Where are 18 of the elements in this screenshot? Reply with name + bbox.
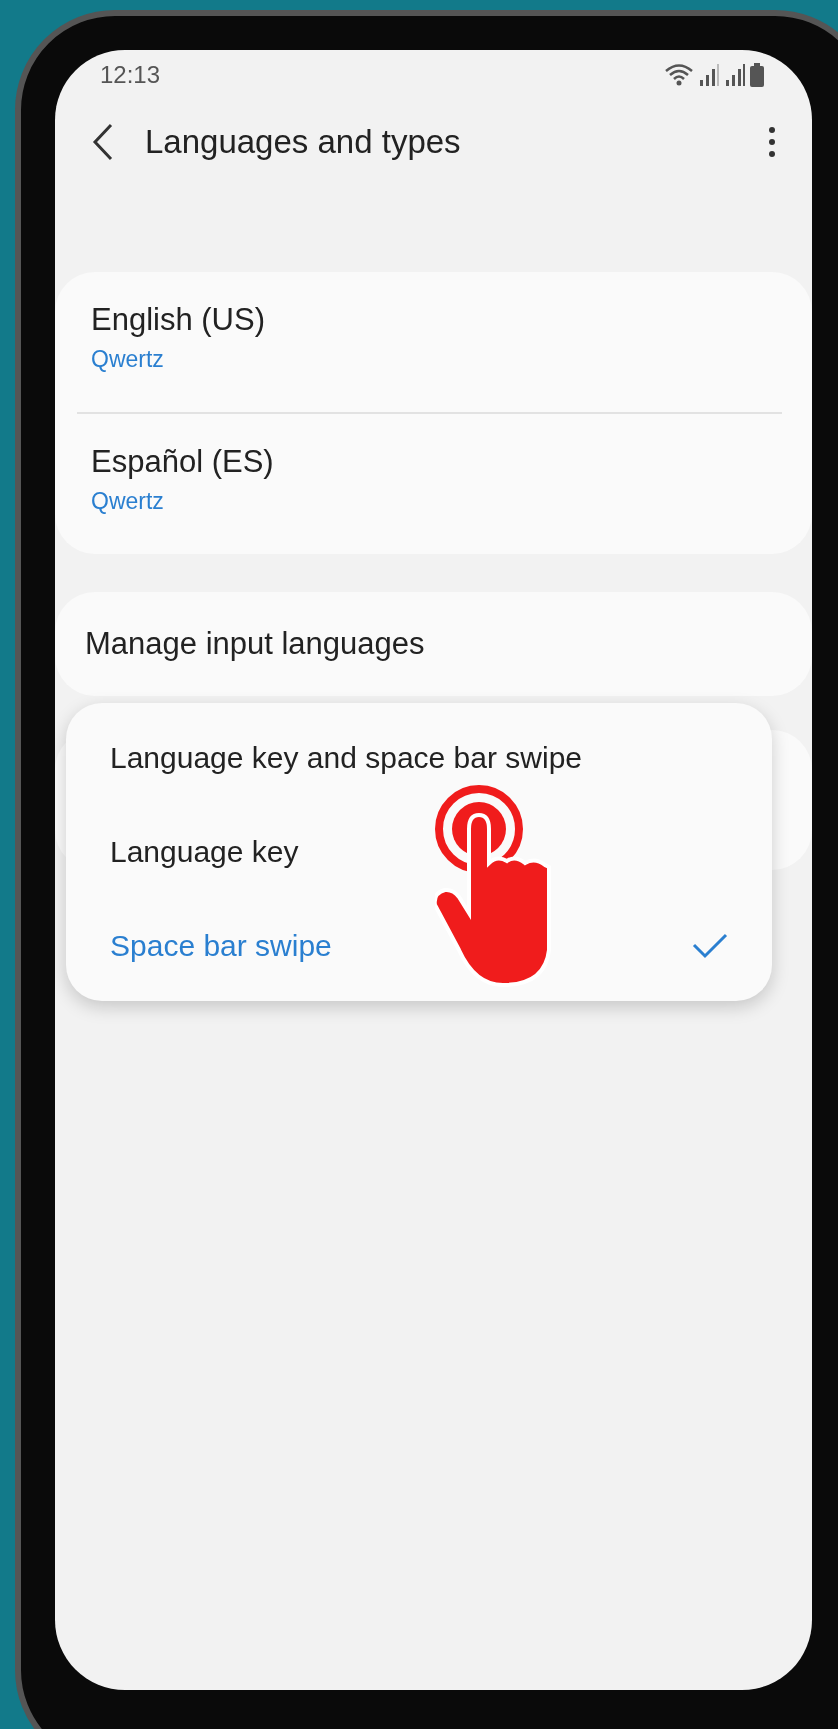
manage-languages-label: Manage input languages bbox=[85, 626, 425, 662]
page-title: Languages and types bbox=[145, 123, 462, 161]
signal-icon bbox=[698, 63, 720, 87]
menu-option[interactable]: Space bar swipe bbox=[66, 899, 772, 993]
battery-icon bbox=[750, 63, 764, 87]
check-icon bbox=[692, 933, 728, 959]
language-name[interactable]: English (US) bbox=[91, 302, 776, 338]
wifi-icon bbox=[664, 63, 694, 87]
menu-option[interactable]: Language key and space bar swipe bbox=[66, 711, 772, 805]
keyboard-layout: Qwertz bbox=[91, 346, 165, 373]
signal-icon bbox=[724, 63, 746, 87]
language-name[interactable]: Español (ES) bbox=[91, 444, 776, 480]
manage-languages-card[interactable]: Manage input languages bbox=[55, 592, 812, 696]
back-icon[interactable] bbox=[91, 123, 115, 161]
status-time: 12:13 bbox=[100, 61, 161, 89]
keyboard-layout: Qwertz bbox=[91, 488, 165, 515]
menu-option[interactable]: Language key bbox=[66, 805, 772, 899]
more-options-icon[interactable] bbox=[768, 126, 776, 158]
